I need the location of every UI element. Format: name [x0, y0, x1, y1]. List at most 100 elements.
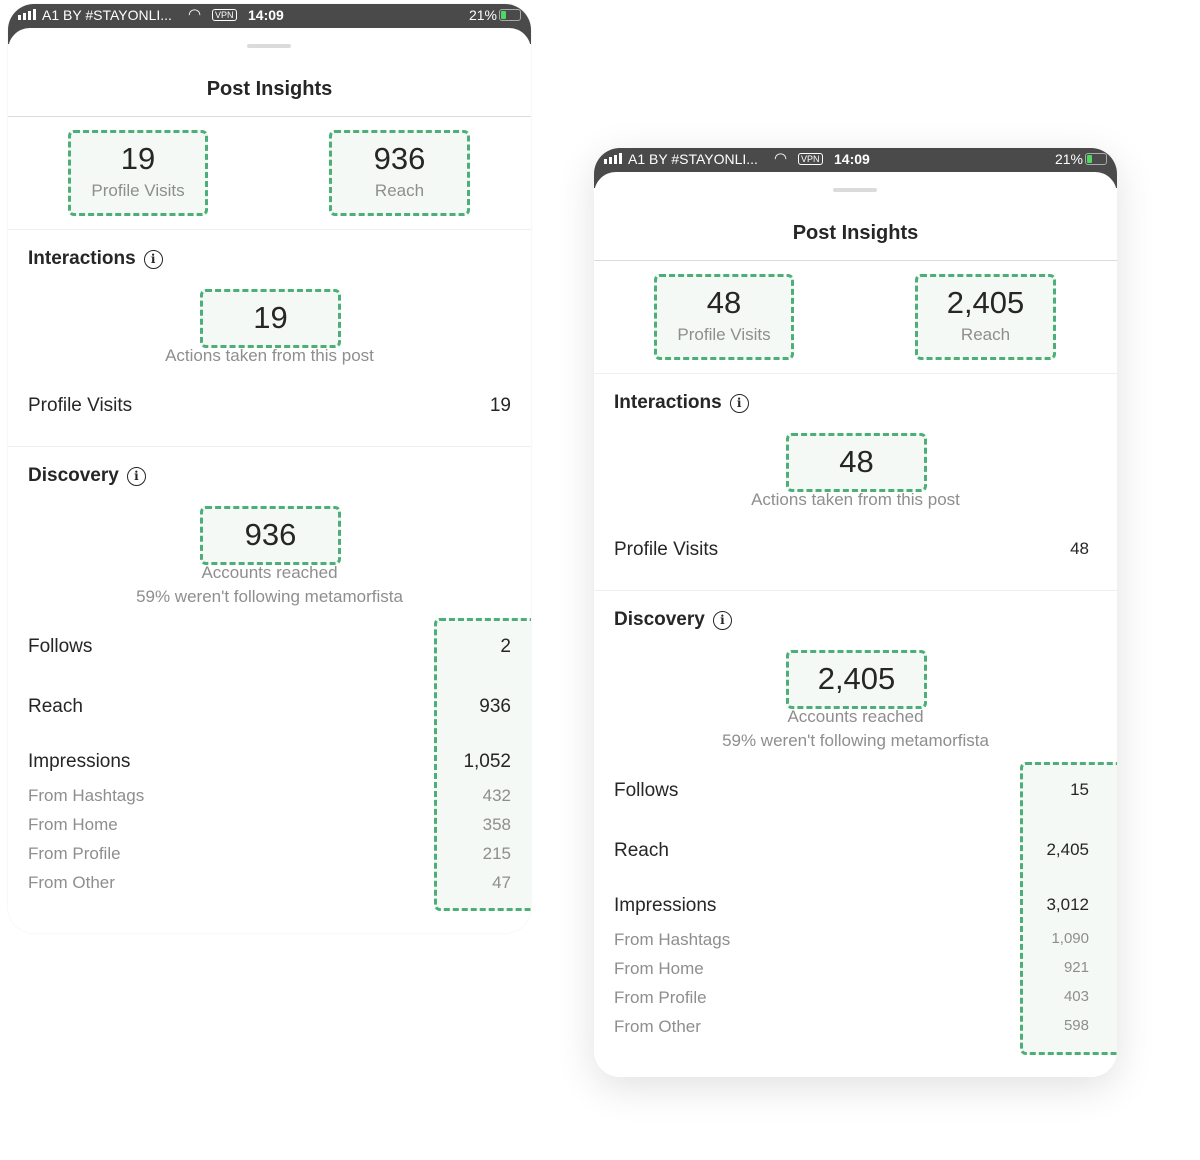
row-label: Profile Visits	[28, 395, 133, 416]
reach-row: Reach 2,405	[614, 840, 1097, 862]
info-icon[interactable]: i	[126, 466, 146, 486]
divider	[594, 590, 1117, 591]
source-row: From Hashtags 1,090	[614, 930, 1097, 950]
row-label: Follows	[614, 780, 679, 801]
divider	[8, 229, 531, 230]
page-title: Post Insights	[206, 78, 333, 100]
row-value: 432	[482, 786, 511, 805]
insights-sheet: Post Insights 19 Profile Visits 936 Reac…	[8, 28, 531, 933]
row-label: From Home	[614, 959, 704, 978]
row-label: From Hashtags	[614, 930, 731, 949]
battery-icon	[499, 9, 521, 21]
page-title: Post Insights	[792, 222, 919, 244]
row-value: 598	[1063, 1017, 1089, 1034]
impressions-row: Impressions 3,012	[614, 895, 1097, 917]
divider	[8, 446, 531, 447]
profile-visits-row: Profile Visits 48	[614, 539, 1097, 561]
vpn-badge: VPN	[212, 9, 237, 21]
status-time: 14:09	[834, 151, 870, 167]
info-icon[interactable]: i	[729, 393, 749, 413]
row-value: 358	[482, 815, 511, 834]
profile-visits-row: Profile Visits 19	[28, 395, 511, 417]
phone-screenshot-before: A1 BY #STAYONLI... ◠ VPN 14:09 21% Post …	[8, 4, 531, 933]
info-icon[interactable]: i	[712, 610, 732, 630]
reach-summary: 2,405 Reach	[915, 274, 1056, 360]
row-value: 403	[1063, 988, 1089, 1005]
row-value: 215	[482, 844, 511, 863]
insights-sheet: Post Insights 48 Profile Visits 2,405 Re…	[594, 172, 1117, 1077]
discovery-value: 2,405	[817, 661, 896, 696]
impressions-row: Impressions 1,052	[28, 751, 511, 773]
battery-percent: 21%	[1054, 151, 1083, 167]
row-value: 1,052	[463, 751, 511, 772]
row-value: 2	[500, 636, 511, 657]
row-label: From Other	[614, 1017, 701, 1036]
carrier-name: A1 BY #STAYONLI...	[42, 7, 172, 23]
interactions-heading: Interactions i	[28, 248, 163, 270]
carrier-name: A1 BY #STAYONLI...	[628, 151, 758, 167]
source-row: From Home 358	[28, 815, 511, 835]
interactions-heading: Interactions i	[614, 392, 749, 414]
battery-percent: 21%	[468, 7, 497, 23]
row-value: 48	[1070, 539, 1089, 558]
discovery-total: 2,405	[786, 650, 927, 709]
follows-row: Follows 15	[614, 780, 1097, 802]
row-label: Follows	[28, 636, 93, 657]
profile-visits-summary: 19 Profile Visits	[68, 130, 208, 216]
discovery-title: Discovery	[28, 465, 119, 486]
divider	[8, 116, 531, 117]
divider	[594, 260, 1117, 261]
discovery-heading: Discovery i	[28, 465, 146, 487]
row-value: 3,012	[1046, 895, 1089, 914]
wifi-icon: ◠	[188, 6, 202, 23]
divider	[594, 373, 1117, 374]
reach-summary: 936 Reach	[329, 130, 470, 216]
discovery-note: 59% weren't following metamorfista	[722, 731, 989, 750]
info-icon[interactable]: i	[143, 249, 163, 269]
interactions-caption: Actions taken from this post	[165, 346, 374, 365]
discovery-heading: Discovery i	[614, 609, 732, 631]
row-label: From Profile	[28, 844, 121, 863]
interactions-total: 19	[200, 289, 341, 348]
reach-value: 2,405	[946, 285, 1025, 320]
drag-handle[interactable]	[247, 44, 291, 48]
discovery-caption: Accounts reached	[787, 707, 924, 726]
discovery-caption: Accounts reached	[201, 563, 338, 582]
interactions-title: Interactions	[28, 248, 136, 269]
profile-visits-summary: 48 Profile Visits	[654, 274, 794, 360]
reach-value: 936	[373, 141, 426, 176]
follows-row: Follows 2	[28, 636, 511, 658]
row-label: From Other	[28, 873, 115, 892]
interactions-value: 19	[253, 300, 288, 335]
row-label: From Home	[28, 815, 118, 834]
source-row: From Home 921	[614, 959, 1097, 979]
profile-visits-value: 19	[120, 141, 156, 176]
discovery-note: 59% weren't following metamorfista	[136, 587, 403, 606]
reach-label: Reach	[374, 181, 425, 200]
row-label: Reach	[28, 696, 83, 717]
battery-icon	[1085, 153, 1107, 165]
profile-visits-value: 48	[706, 285, 742, 320]
interactions-total: 48	[786, 433, 927, 492]
interactions-title: Interactions	[614, 392, 722, 413]
reach-label: Reach	[960, 325, 1011, 344]
row-label: From Hashtags	[28, 786, 145, 805]
row-value: 1,090	[1051, 930, 1089, 947]
interactions-caption: Actions taken from this post	[751, 490, 960, 509]
row-value: 936	[479, 696, 511, 717]
vpn-badge: VPN	[798, 153, 823, 165]
source-row: From Hashtags 432	[28, 786, 511, 806]
signal-icon	[604, 153, 622, 164]
row-label: From Profile	[614, 988, 707, 1007]
interactions-value: 48	[839, 444, 874, 479]
discovery-total: 936	[200, 506, 341, 565]
row-value: 47	[492, 873, 511, 892]
discovery-title: Discovery	[614, 609, 705, 630]
profile-visits-label: Profile Visits	[677, 325, 771, 344]
drag-handle[interactable]	[833, 188, 877, 192]
wifi-icon: ◠	[774, 150, 788, 167]
row-value: 2,405	[1046, 840, 1089, 859]
row-label: Profile Visits	[614, 539, 719, 560]
status-time: 14:09	[248, 7, 284, 23]
row-value: 921	[1063, 959, 1089, 976]
